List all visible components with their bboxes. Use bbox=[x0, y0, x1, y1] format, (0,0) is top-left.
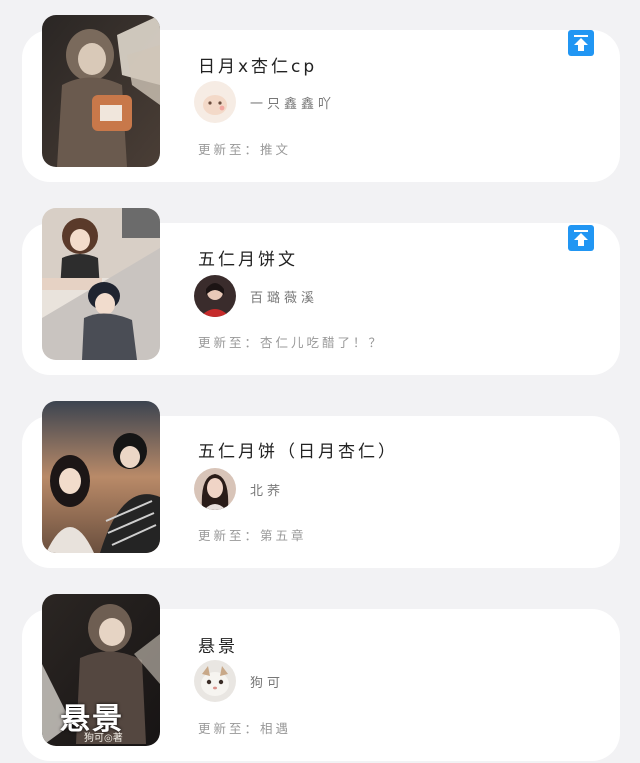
update-chapter: 推文 bbox=[260, 142, 292, 157]
update-status: 更新至：杏仁儿吃醋了！？ bbox=[198, 332, 384, 351]
book-title[interactable]: 悬景 bbox=[198, 632, 238, 657]
book-cover-image[interactable] bbox=[42, 401, 160, 553]
book-cover-image[interactable]: 悬景 狗可◎著 bbox=[42, 594, 160, 746]
author-name: 百璐薇溪 bbox=[250, 291, 319, 306]
author-name: 一只鑫鑫吖 bbox=[250, 97, 336, 112]
book-cover-image[interactable] bbox=[42, 15, 160, 167]
cat-face-avatar bbox=[194, 660, 236, 702]
pin-top-button[interactable] bbox=[568, 225, 594, 251]
update-label: 更新至： bbox=[198, 528, 261, 543]
cover-credit-text: 狗可◎著 bbox=[84, 733, 123, 744]
author-name: 狗可 bbox=[250, 676, 285, 691]
update-label: 更新至： bbox=[198, 142, 261, 157]
pin-top-button[interactable] bbox=[568, 30, 594, 56]
update-label: 更新至： bbox=[198, 335, 261, 350]
update-chapter: 第五章 bbox=[260, 528, 307, 543]
girl-portrait-avatar bbox=[194, 468, 236, 510]
update-label: 更新至： bbox=[198, 721, 261, 736]
girl-in-red-avatar bbox=[194, 275, 236, 317]
update-chapter: 相遇 bbox=[260, 721, 292, 736]
update-status: 更新至：第五章 bbox=[198, 525, 307, 544]
book-cover-image[interactable] bbox=[42, 208, 160, 360]
update-status: 更新至：推文 bbox=[198, 139, 291, 158]
author-name: 北荞 bbox=[250, 484, 285, 499]
update-chapter: 杏仁儿吃醋了！？ bbox=[260, 335, 385, 350]
cat-avatar bbox=[194, 81, 236, 123]
update-status: 更新至：相遇 bbox=[198, 718, 291, 737]
book-title[interactable]: 五仁月饼文 bbox=[198, 245, 298, 270]
book-title[interactable]: 五仁月饼（日月杏仁） bbox=[198, 437, 398, 462]
book-title[interactable]: 日月x杏仁cp bbox=[198, 52, 317, 77]
